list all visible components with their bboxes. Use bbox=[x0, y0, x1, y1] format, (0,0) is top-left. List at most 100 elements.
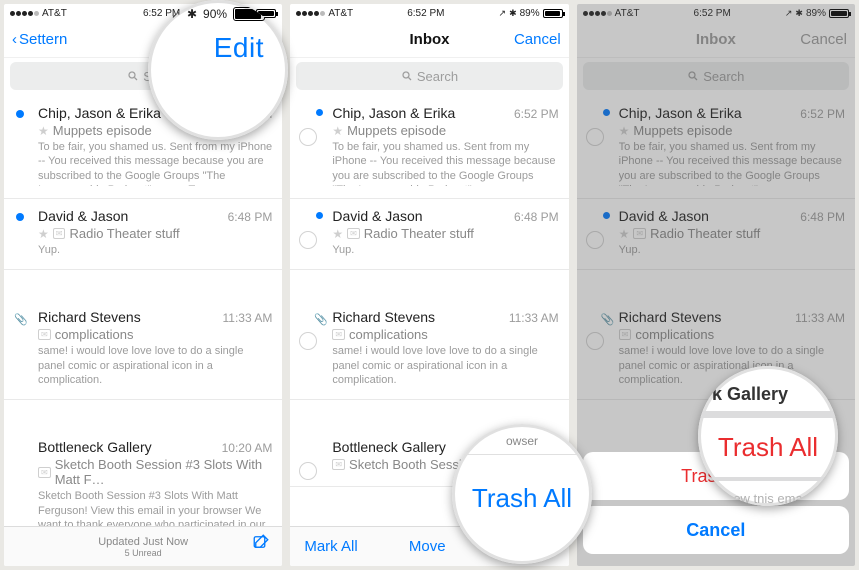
star-icon: ★ bbox=[38, 227, 49, 241]
footer-status-line1: Updated Just Now bbox=[98, 536, 188, 548]
bluetooth-icon: ✱ bbox=[509, 8, 517, 19]
search-icon bbox=[127, 70, 139, 82]
select-circle[interactable] bbox=[299, 128, 317, 146]
vip-badge: ✉ bbox=[53, 228, 66, 239]
vip-badge: ✉ bbox=[347, 228, 360, 239]
vip-badge: ✉ bbox=[619, 329, 632, 340]
select-circle[interactable] bbox=[299, 332, 317, 350]
status-time: 6:52 PM bbox=[694, 8, 731, 19]
star-icon: ★ bbox=[619, 124, 630, 138]
message-list[interactable]: 6:52 PM Chip, Jason & Erika ★Muppets epi… bbox=[4, 96, 282, 545]
select-circle bbox=[586, 128, 604, 146]
back-label: Settern bbox=[19, 31, 67, 48]
search-field[interactable]: Search bbox=[583, 62, 849, 90]
star-icon: ★ bbox=[332, 124, 343, 138]
message-row[interactable]: 📎 11:33 AM Richard Stevens ✉complication… bbox=[4, 300, 282, 400]
zoom-lens-confirm-trash: k Gallery Trash All ew tnis ema bbox=[698, 366, 838, 506]
message-time: 6:52 PM bbox=[514, 107, 559, 121]
message-time: 11:33 AM bbox=[509, 311, 559, 325]
message-time: 11:33 AM bbox=[795, 311, 845, 325]
vip-badge: ✉ bbox=[633, 228, 646, 239]
vip-badge: ✉ bbox=[332, 459, 345, 470]
message-preview: Yup. bbox=[38, 243, 272, 257]
vip-badge: ✉ bbox=[332, 329, 345, 340]
message-row[interactable]: 6:48 PM David & Jason ★✉Radio Theater st… bbox=[290, 199, 568, 270]
battery-pct: 89% bbox=[520, 8, 540, 19]
action-sheet-cancel-button[interactable]: Cancel bbox=[583, 506, 849, 554]
status-time: 6:52 PM bbox=[407, 8, 444, 19]
footer-status-line2: 5 Unread bbox=[125, 548, 162, 558]
nav-title: Inbox bbox=[409, 31, 449, 48]
cancel-button[interactable]: Cancel bbox=[800, 31, 847, 48]
message-preview: Yup. bbox=[619, 243, 845, 257]
trash-all-button-zoom[interactable]: Trash All bbox=[452, 463, 592, 514]
search-icon bbox=[401, 70, 413, 82]
message-preview: To be fair, you shamed us. Sent from my … bbox=[619, 140, 845, 186]
star-icon: ★ bbox=[38, 124, 49, 138]
location-icon: ↗ bbox=[499, 8, 507, 19]
vip-badge: ✉ bbox=[38, 467, 51, 478]
message-time: 6:48 PM bbox=[228, 210, 273, 224]
status-bar: AT&T 6:52 PM ↗ ✱ 89% bbox=[577, 4, 855, 22]
chevron-left-icon: ‹ bbox=[12, 31, 17, 48]
message-subject: complications bbox=[349, 327, 428, 342]
message-time: 10:20 AM bbox=[222, 441, 273, 455]
location-icon: ↗ bbox=[785, 8, 793, 19]
unread-dot-icon bbox=[603, 109, 610, 116]
search-field[interactable]: Search bbox=[296, 62, 562, 90]
zoom-lens-edit: ↗ ✱ 90% Edit bbox=[148, 0, 288, 140]
message-subject: complications bbox=[635, 327, 714, 342]
status-bar: AT&T 6:52 PM ↗ ✱ 89% bbox=[290, 4, 568, 22]
unread-dot-icon bbox=[316, 109, 323, 116]
message-preview: To be fair, you shamed us. Sent from my … bbox=[38, 140, 272, 186]
carrier-label: AT&T bbox=[615, 8, 640, 19]
compose-button[interactable] bbox=[252, 533, 270, 556]
select-circle[interactable] bbox=[299, 462, 317, 480]
message-row[interactable]: 📎 11:33 AM Richard Stevens ✉complication… bbox=[290, 300, 568, 400]
message-preview: Yup. bbox=[332, 243, 558, 257]
message-list: 6:52 PM Chip, Jason & Erika ★Muppets epi… bbox=[577, 96, 855, 400]
cancel-button[interactable]: Cancel bbox=[514, 31, 561, 48]
trash-all-confirm-zoom[interactable]: Trash All bbox=[698, 424, 838, 471]
unread-dot-icon bbox=[316, 212, 323, 219]
unread-dot-icon bbox=[16, 213, 24, 221]
carrier-label: AT&T bbox=[42, 8, 67, 19]
zoom-lens-trash-all: owser Trash All bbox=[452, 424, 592, 564]
attachment-icon: 📎 bbox=[14, 313, 28, 326]
nav-bar: Inbox Cancel bbox=[577, 22, 855, 58]
select-circle[interactable] bbox=[299, 231, 317, 249]
search-placeholder: Search bbox=[417, 69, 458, 84]
message-row: 6:48 PM David & Jason ★✉Radio Theater st… bbox=[577, 199, 855, 270]
message-from: Chip, Jason & Erika bbox=[619, 105, 845, 121]
move-button[interactable]: Move bbox=[409, 538, 446, 555]
edit-button-zoom[interactable]: Edit bbox=[148, 28, 288, 64]
message-time: 6:48 PM bbox=[514, 210, 559, 224]
battery-pct: 90% bbox=[203, 7, 227, 21]
bluetooth-icon: ✱ bbox=[187, 7, 197, 21]
message-subject: complications bbox=[55, 327, 134, 342]
nav-bar: Inbox Cancel bbox=[290, 22, 568, 58]
vip-badge: ✉ bbox=[38, 329, 51, 340]
message-subject: Sketch Booth Sessi bbox=[349, 457, 462, 472]
message-preview: same! i would love love love to do a sin… bbox=[332, 344, 558, 387]
message-subject: Sketch Booth Session #3 Slots With Matt … bbox=[55, 457, 273, 487]
bluetooth-icon: ✱ bbox=[795, 8, 803, 19]
search-placeholder: Search bbox=[703, 69, 744, 84]
message-subject: Muppets episode bbox=[347, 123, 446, 138]
battery-pct: 89% bbox=[806, 8, 826, 19]
footer-toolbar: Updated Just Now 5 Unread bbox=[4, 526, 282, 566]
unread-dot-icon bbox=[16, 110, 24, 118]
back-button[interactable]: ‹ Settern bbox=[12, 31, 67, 48]
message-subject: Muppets episode bbox=[53, 123, 152, 138]
message-subject: Radio Theater stuff bbox=[650, 226, 760, 241]
message-row[interactable]: 6:52 PM Chip, Jason & Erika ★Muppets epi… bbox=[290, 96, 568, 199]
select-circle bbox=[586, 332, 604, 350]
message-preview: same! i would love love love to do a sin… bbox=[38, 344, 272, 387]
message-row[interactable]: 6:48 PM David & Jason ★✉Radio Theater st… bbox=[4, 199, 282, 270]
message-subject: Radio Theater stuff bbox=[364, 226, 474, 241]
mark-all-button[interactable]: Mark All bbox=[304, 538, 357, 555]
message-time: 11:33 AM bbox=[223, 311, 273, 325]
message-subject: Radio Theater stuff bbox=[69, 226, 179, 241]
nav-title: Inbox bbox=[696, 31, 736, 48]
message-time: 6:52 PM bbox=[800, 107, 845, 121]
